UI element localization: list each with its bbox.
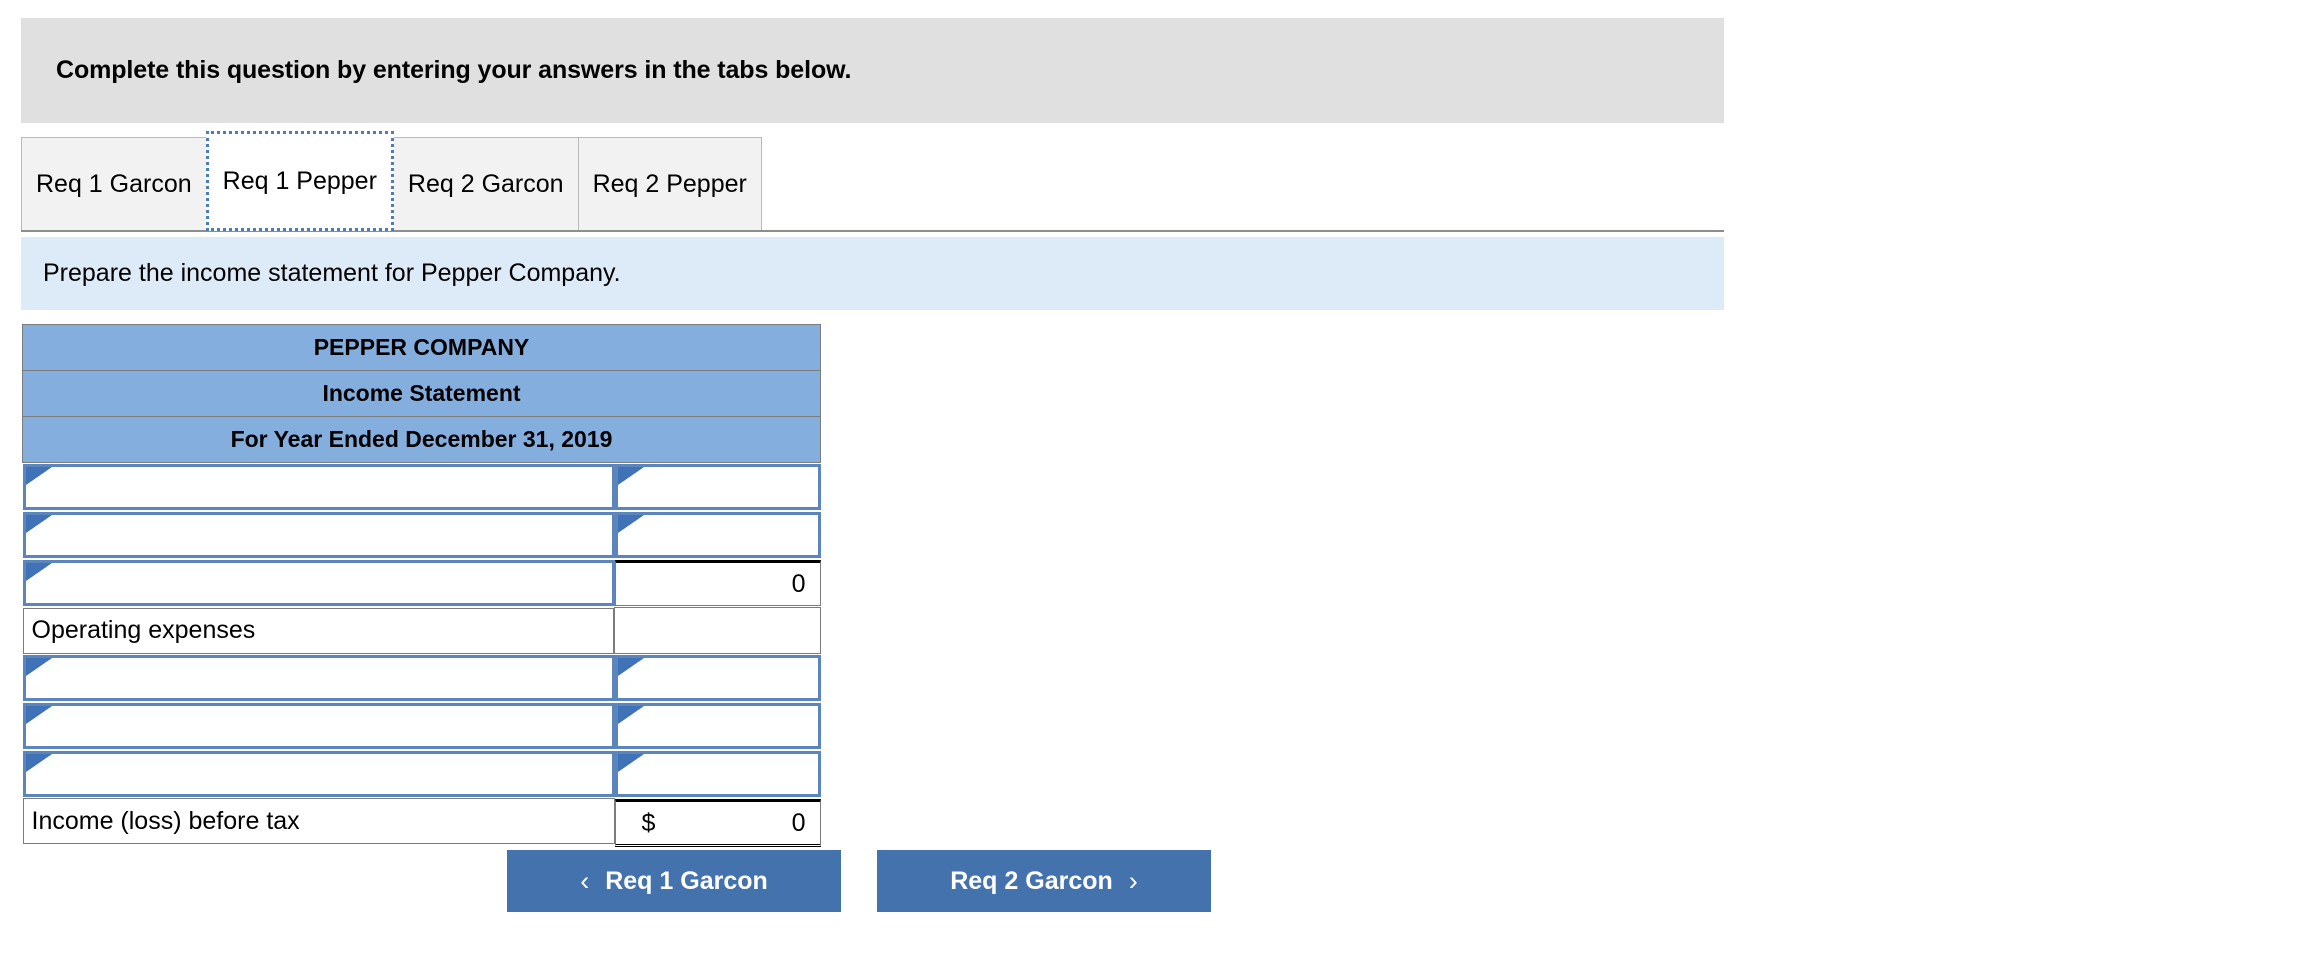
statement-header-line: For Year Ended December 31, 2019 — [22, 416, 821, 463]
statement-row-label: Operating expenses — [22, 607, 614, 654]
statement-header-line: Income Statement — [22, 370, 821, 417]
statement-row-label: Income (loss) before tax — [22, 798, 615, 844]
question-panel: Complete this question by entering your … — [0, 0, 2304, 970]
amount-input-value — [626, 706, 808, 746]
chevron-left-icon: ‹ — [580, 865, 590, 896]
tab-label: Req 1 Garcon — [36, 170, 192, 198]
statement-row — [22, 511, 821, 559]
income-statement-table: PEPPER COMPANY Income Statement For Year E… — [22, 324, 821, 848]
statement-header-row: Income Statement — [22, 370, 821, 417]
tab-label: Req 2 Garcon — [407, 170, 564, 198]
statement-row — [22, 463, 821, 512]
amount-input-6[interactable] — [614, 751, 821, 797]
statement-row: Operating expenses — [22, 607, 821, 654]
account-select-0[interactable] — [22, 464, 615, 510]
amount-input-value — [626, 658, 808, 698]
account-select-value — [34, 706, 602, 746]
computed-subtotal-2: 0 — [614, 560, 821, 606]
account-select-6[interactable] — [22, 751, 615, 797]
computed-subtotal-value: 0 — [791, 569, 806, 598]
instruction-banner: Complete this question by entering your … — [21, 18, 1724, 123]
statement-row — [22, 750, 821, 798]
account-select-2[interactable] — [22, 560, 615, 607]
amount-input-value — [626, 515, 808, 555]
amount-input-0[interactable] — [614, 464, 821, 510]
account-select-value — [34, 754, 602, 794]
tab-label: Req 2 Pepper — [592, 170, 747, 198]
account-select-value — [34, 658, 602, 698]
sub-instruction-text: Prepare the income statement for Pepper … — [43, 259, 621, 287]
statement-row — [22, 702, 821, 750]
grand-total-value: 0 — [791, 808, 806, 837]
sub-instruction-bar: Prepare the income statement for Pepper … — [21, 237, 1724, 310]
tab-list: Req 1 Garcon Req 1 Pepper Req 2 Garcon Req … — [21, 131, 762, 231]
statement-row-blank-value — [614, 607, 821, 654]
next-requirement-button[interactable]: Req 2 Garcon › — [877, 850, 1211, 912]
amount-input-4[interactable] — [614, 655, 821, 701]
chevron-right-icon: › — [1128, 865, 1138, 896]
account-select-4[interactable] — [22, 654, 615, 701]
account-select-1[interactable] — [22, 512, 615, 558]
instruction-banner-text: Complete this question by entering your … — [56, 56, 852, 84]
tab-req-2-garcon[interactable]: Req 2 Garcon — [392, 137, 579, 231]
requirement-tabs: Req 1 Garcon Req 1 Pepper Req 2 Garcon Req … — [21, 131, 1724, 235]
statement-header-line: PEPPER COMPANY — [22, 324, 821, 371]
statement-header-row: For Year Ended December 31, 2019 — [22, 416, 821, 463]
account-select-5[interactable] — [22, 703, 615, 749]
amount-input-value — [626, 467, 808, 507]
prev-requirement-button[interactable]: ‹ Req 1 Garcon — [507, 850, 841, 912]
account-select-value — [34, 515, 602, 555]
statement-row: 0 — [22, 559, 821, 608]
grand-total-cell: $0 — [614, 799, 821, 847]
amount-input-5[interactable] — [614, 703, 821, 749]
tab-navigation: ‹ Req 1 Garcon Req 2 Garcon › — [0, 850, 2304, 920]
account-select-value — [34, 467, 602, 507]
tab-req-2-pepper[interactable]: Req 2 Pepper — [577, 137, 762, 231]
amount-input-1[interactable] — [614, 512, 821, 558]
statement-header-row: PEPPER COMPANY — [22, 324, 821, 371]
tab-label: Req 1 Pepper — [222, 166, 377, 195]
currency-symbol: $ — [641, 808, 656, 837]
statement-row: Income (loss) before tax $0 — [22, 798, 821, 848]
next-requirement-label: Req 2 Garcon — [950, 866, 1113, 895]
prev-requirement-label: Req 1 Garcon — [605, 866, 768, 895]
statement-row — [22, 654, 821, 703]
amount-input-value — [626, 754, 808, 794]
tab-req-1-garcon[interactable]: Req 1 Garcon — [21, 137, 207, 231]
account-select-value — [34, 563, 602, 603]
tab-req-1-pepper[interactable]: Req 1 Pepper — [205, 131, 394, 231]
